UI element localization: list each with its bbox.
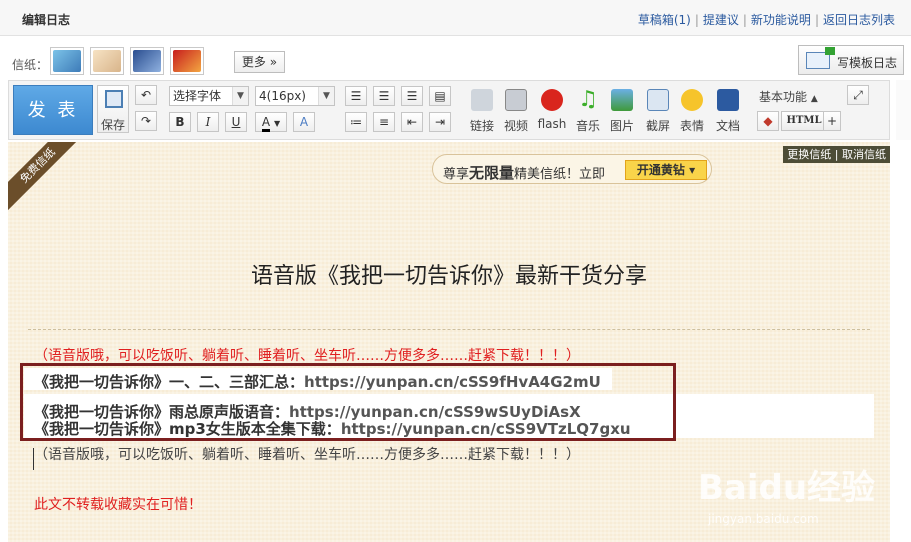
- word-document-icon: [717, 89, 739, 111]
- paper-thumb-2[interactable]: [90, 47, 124, 75]
- editor-toolbar: 发 表 保存 ↶ ↷ 选择字体 ▼ 4(16px) ▼ B I U A ▼ A ☰ …: [8, 80, 890, 140]
- expand-icon: ⤢: [853, 88, 863, 102]
- video-icon: [505, 89, 527, 111]
- outdent-button[interactable]: ⇤: [401, 112, 423, 132]
- suggest-link[interactable]: 提建议: [703, 13, 739, 27]
- template-icon: [806, 47, 835, 69]
- align-right-icon: ☰: [406, 89, 418, 103]
- screenshot-button[interactable]: 截屏: [641, 85, 675, 133]
- gray-notice: （语音版哦，可以吃饭听、躺着听、睡着听、坐车听……方便多多……赶紧下载！！！）: [34, 447, 580, 463]
- side-panel-edge: [896, 80, 911, 140]
- change-paper-link[interactable]: 更换信纸: [787, 148, 831, 161]
- page-title: 编辑日志: [22, 13, 71, 27]
- more-papers-button[interactable]: 更多 »: [234, 51, 285, 73]
- redo-button[interactable]: ↷: [135, 111, 157, 131]
- bold-icon: B: [175, 115, 185, 129]
- align-left-button[interactable]: ☰: [345, 86, 367, 106]
- template-diary-button[interactable]: 写模板日志: [798, 45, 904, 75]
- drafts-link[interactable]: 草稿箱(1): [638, 13, 691, 27]
- align-center-icon: ☰: [378, 89, 390, 103]
- bold-button[interactable]: B: [169, 112, 191, 132]
- paper-change-links: 更换信纸 | 取消信纸: [783, 146, 890, 163]
- outdent-icon: ⇤: [406, 115, 418, 129]
- free-paper-ribbon: 免费信纸: [8, 142, 78, 212]
- highlight-button[interactable]: A: [293, 112, 315, 132]
- paper-thumb-3[interactable]: [130, 47, 164, 75]
- insert-document-button[interactable]: 文档: [711, 85, 745, 133]
- unordered-list-icon: ≡: [378, 115, 390, 129]
- justify-button[interactable]: ▤: [429, 86, 451, 106]
- divider: [28, 329, 870, 330]
- font-color-icon: A: [261, 115, 271, 132]
- smiley-icon: [681, 89, 703, 111]
- image-icon: [611, 89, 633, 111]
- floppy-disk-icon: [105, 90, 123, 108]
- red-notice: （语音版哦，可以吃饭听、躺着听、睡着听、坐车听……方便多多……赶紧下载！！！）: [34, 348, 580, 364]
- insert-music-button[interactable]: ♫ 音乐: [571, 85, 605, 134]
- article-title: 语音版《我把一切告诉你》最新干货分享: [250, 264, 647, 289]
- eraser-icon: ◆: [763, 114, 773, 128]
- indent-icon: ⇥: [434, 115, 446, 129]
- flash-icon: [541, 89, 563, 111]
- undo-icon: ↶: [140, 88, 152, 102]
- unordered-list-button[interactable]: ≡: [373, 112, 395, 132]
- html-mode-button[interactable]: HTML: [781, 111, 827, 131]
- vip-promo-banner: 尊享无限量精美信纸！立即 开通黄钻 ▾: [432, 154, 712, 184]
- italic-icon: I: [205, 115, 211, 129]
- emoji-button[interactable]: 表情: [675, 85, 709, 133]
- paper-thumb-1[interactable]: [50, 47, 84, 75]
- eraser-button[interactable]: ◆: [757, 111, 779, 131]
- insert-image-button[interactable]: 图片: [605, 85, 639, 133]
- insert-video-button[interactable]: 视频: [499, 85, 533, 133]
- paper-label: 信纸：: [12, 58, 49, 72]
- font-size-select[interactable]: 4(16px) ▼: [255, 86, 335, 106]
- underline-icon: U: [231, 115, 241, 129]
- basic-features-toggle[interactable]: 基本功能 ▲: [759, 88, 818, 105]
- chevron-up-icon: ▲: [810, 94, 818, 104]
- double-chevron-down-icon: »: [269, 55, 278, 69]
- save-button[interactable]: 保存: [97, 85, 129, 133]
- highlight-icon: A: [299, 115, 309, 129]
- underline-button[interactable]: U: [225, 112, 247, 132]
- align-left-icon: ☰: [350, 89, 362, 103]
- activate-vip-button[interactable]: 开通黄钻 ▾: [625, 160, 707, 180]
- page-header: 编辑日志 草稿箱(1) | 提建议 | 新功能说明 | 返回日志列表: [0, 0, 911, 36]
- ordered-list-button[interactable]: ≔: [345, 112, 367, 132]
- align-right-button[interactable]: ☰: [401, 86, 423, 106]
- header-links: 草稿箱(1) | 提建议 | 新功能说明 | 返回日志列表: [637, 13, 895, 27]
- justify-icon: ▤: [434, 89, 446, 103]
- chevron-down-icon: ▼: [232, 87, 248, 105]
- scissors-icon: [647, 89, 669, 111]
- publish-button[interactable]: 发 表: [13, 85, 93, 135]
- link-icon: [471, 89, 493, 111]
- music-note-icon: ♫: [578, 87, 598, 112]
- new-features-link[interactable]: 新功能说明: [751, 13, 811, 27]
- insert-flash-button[interactable]: flash: [535, 85, 569, 133]
- redo-icon: ↷: [140, 114, 152, 128]
- chevron-down-icon: ▼: [318, 87, 334, 105]
- align-center-button[interactable]: ☰: [373, 86, 395, 106]
- annotation-box: [20, 363, 676, 441]
- font-family-select[interactable]: 选择字体 ▼: [169, 86, 249, 106]
- indent-button[interactable]: ⇥: [429, 112, 451, 132]
- back-to-list-link[interactable]: 返回日志列表: [823, 13, 895, 27]
- baidu-watermark: Baidu经验 jingyan.baidu.com: [698, 468, 876, 526]
- ordered-list-icon: ≔: [350, 115, 362, 129]
- undo-button[interactable]: ↶: [135, 85, 157, 105]
- add-button[interactable]: +: [823, 111, 841, 131]
- editor-content[interactable]: 免费信纸 更换信纸 | 取消信纸 尊享无限量精美信纸！立即 开通黄钻 ▾ 语音版…: [8, 142, 890, 542]
- cancel-paper-link[interactable]: 取消信纸: [842, 148, 886, 161]
- paper-thumb-4[interactable]: [170, 47, 204, 75]
- bottom-notice: 此文不转载收藏实在可惜！: [34, 497, 202, 513]
- diamond-icon: ▾: [684, 163, 696, 177]
- italic-button[interactable]: I: [197, 112, 219, 132]
- font-color-button[interactable]: A ▼: [255, 112, 287, 132]
- plus-icon: +: [826, 114, 838, 128]
- paper-bar: 信纸： 更多 » 写模板日志: [8, 44, 904, 78]
- insert-link-button[interactable]: 链接: [465, 85, 499, 133]
- fullscreen-button[interactable]: ⤢: [847, 85, 869, 105]
